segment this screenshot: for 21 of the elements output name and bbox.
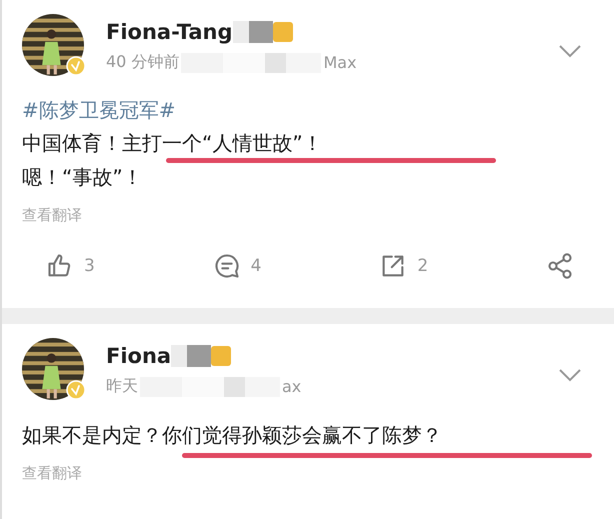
post-text: 如果不是内定？你们觉得孙颖莎会赢不了陈梦？ [22, 422, 442, 449]
post-text: 嗯！“事故”！ [22, 164, 143, 191]
post-text: 中国体育！主打一个“人情世故”！ [22, 130, 323, 157]
comment-icon[interactable] [212, 252, 241, 280]
post-time: 昨天 [106, 376, 138, 397]
chevron-down-icon[interactable] [558, 44, 582, 58]
action-count: 3 [84, 256, 95, 276]
action-count: 4 [250, 256, 262, 276]
user-name[interactable]: Fiona [106, 344, 172, 368]
action-count: 2 [417, 256, 428, 276]
user-name[interactable]: Fiona-Tang [106, 20, 232, 44]
device-label: Max [323, 53, 357, 72]
blur-patch [232, 21, 272, 43]
hashtag-link[interactable]: #陈梦卫冕冠军# [22, 94, 594, 126]
translate-link[interactable]: 查看翻译 [22, 462, 594, 484]
translate-link[interactable]: 查看翻译 [22, 204, 594, 226]
blur-patch [171, 345, 212, 367]
share-icon[interactable] [546, 252, 574, 280]
post-time: 40 分钟前 [106, 52, 180, 73]
device-label: ax [282, 377, 302, 396]
chevron-down-icon[interactable] [558, 368, 582, 382]
